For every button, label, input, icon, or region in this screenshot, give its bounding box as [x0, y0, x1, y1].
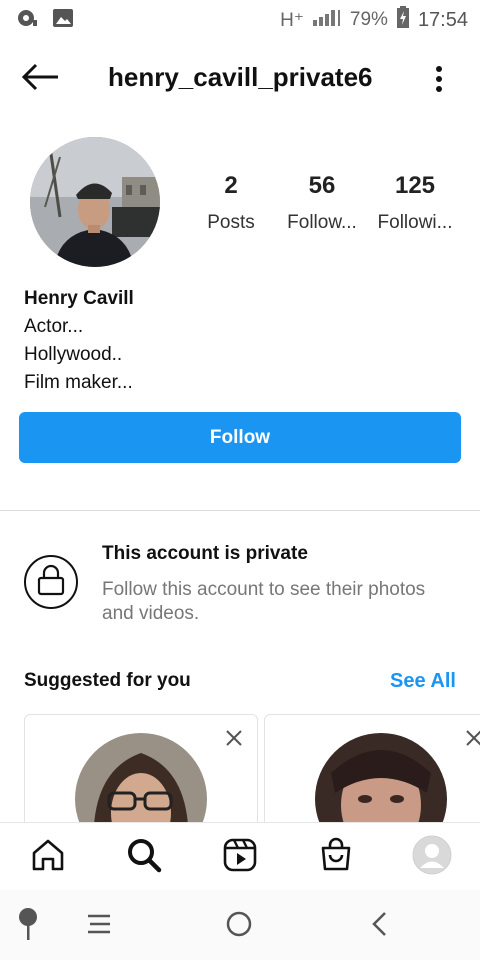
- posts-label: Posts: [207, 212, 255, 233]
- private-account-title: This account is private: [102, 543, 308, 564]
- posts-stat[interactable]: 2 Posts: [186, 172, 276, 234]
- back-system-button[interactable]: [362, 908, 398, 944]
- profile-header: henry_cavill_private6: [0, 50, 480, 108]
- circle-home-icon: [225, 910, 253, 943]
- following-count: 125: [394, 172, 436, 199]
- followers-stat[interactable]: 56 Follow...: [277, 172, 367, 234]
- profile-avatar[interactable]: [30, 137, 160, 267]
- following-label: Followi...: [377, 212, 453, 233]
- clock: 17:54: [417, 8, 468, 31]
- back-button[interactable]: [20, 62, 64, 96]
- more-vertical-icon: [434, 66, 444, 98]
- profile-bio: Henry Cavill Actor... Hollywood.. Film m…: [24, 285, 134, 397]
- profile-username: henry_cavill_private6: [108, 62, 373, 92]
- close-icon[interactable]: [225, 729, 243, 747]
- profile-avatar-icon: [412, 835, 452, 880]
- section-divider: [0, 510, 480, 511]
- battery-percent: 79%: [349, 9, 388, 30]
- bio-line: Film maker...: [24, 372, 133, 393]
- bio-line: Actor...: [24, 316, 84, 337]
- chevron-left-icon: [370, 910, 390, 943]
- lock-icon: [37, 564, 65, 601]
- reels-icon: [222, 837, 258, 878]
- follow-button[interactable]: Follow: [19, 412, 461, 463]
- private-account-description: Follow this account to see their photos …: [102, 579, 426, 624]
- private-lock-badge: [24, 555, 78, 609]
- status-bar: H⁺ 79% 17:54: [0, 0, 480, 38]
- bio-line: Hollywood..: [24, 344, 123, 365]
- pin-icon: [16, 906, 40, 947]
- home-system-button[interactable]: [221, 908, 257, 944]
- posts-count: 2: [224, 172, 238, 199]
- menu-icon: [86, 913, 112, 940]
- search-icon: [126, 837, 162, 878]
- more-options-button[interactable]: [434, 64, 444, 94]
- suggested-heading: Suggested for you: [24, 670, 191, 691]
- home-icon: [30, 837, 66, 878]
- followers-label: Follow...: [287, 212, 357, 233]
- battery-icon: [396, 6, 410, 34]
- system-navigation-bar: [0, 890, 480, 960]
- see-all-link[interactable]: See All: [390, 670, 456, 693]
- nav-shop[interactable]: [314, 835, 358, 879]
- assistant-button[interactable]: [10, 906, 46, 947]
- signal-icon: [312, 8, 342, 32]
- followers-count: 56: [308, 172, 336, 199]
- gallery-icon: [52, 8, 74, 33]
- nav-home[interactable]: [26, 835, 70, 879]
- profile-display-name: Henry Cavill: [24, 288, 134, 309]
- nav-search[interactable]: [122, 835, 166, 879]
- nav-reels[interactable]: [218, 835, 262, 879]
- notification-icon: [16, 8, 38, 33]
- network-type: H⁺: [280, 9, 304, 31]
- shop-icon: [318, 837, 354, 878]
- bottom-navigation: [0, 822, 480, 890]
- recents-button[interactable]: [81, 908, 117, 944]
- nav-profile[interactable]: [410, 835, 454, 879]
- arrow-left-icon: [20, 62, 60, 97]
- close-icon[interactable]: [465, 729, 480, 747]
- following-stat[interactable]: 125 Followi...: [370, 172, 460, 234]
